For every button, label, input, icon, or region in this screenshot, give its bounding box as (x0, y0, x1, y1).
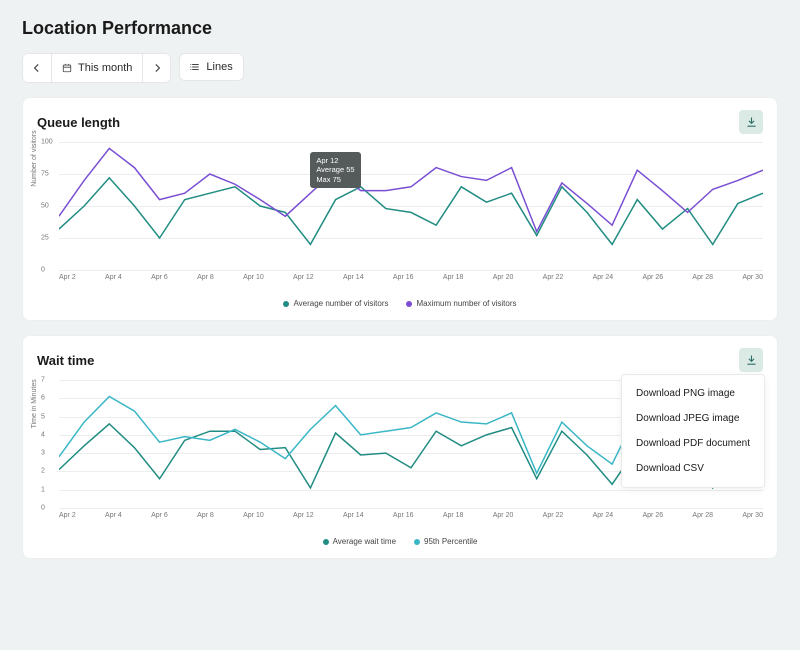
download-icon (746, 355, 757, 366)
controls-row: This month Lines (22, 53, 778, 83)
card-title: Wait time (37, 353, 94, 368)
period-selector: This month (22, 53, 171, 83)
queue-plot: Apr 12 Average 55 Max 75 0255075100 (59, 142, 763, 270)
chevron-left-icon (33, 64, 41, 72)
page-title: Location Performance (22, 18, 778, 39)
menu-item-csv[interactable]: Download CSV (622, 456, 764, 481)
download-button[interactable] (739, 348, 763, 372)
queue-length-card: Queue length Number of visitors Apr 12 A… (22, 97, 778, 321)
period-label: This month (78, 62, 132, 74)
chart-legend: Average wait time 95th Percentile (23, 529, 777, 558)
menu-item-pdf[interactable]: Download PDF document (622, 431, 764, 456)
menu-item-png[interactable]: Download PNG image (622, 381, 764, 406)
download-icon (746, 117, 757, 128)
calendar-icon (62, 63, 72, 73)
card-title: Queue length (37, 115, 120, 130)
download-button[interactable] (739, 110, 763, 134)
legend-dot (414, 539, 420, 545)
period-prev-button[interactable] (23, 54, 51, 82)
chart-type-label: Lines (206, 61, 232, 73)
legend-dot (323, 539, 329, 545)
period-next-button[interactable] (142, 54, 170, 82)
menu-item-jpeg[interactable]: Download JPEG image (622, 406, 764, 431)
legend-dot (283, 301, 289, 307)
x-ticks: Apr 2Apr 4Apr 6Apr 8Apr 10Apr 12Apr 14Ap… (59, 274, 763, 281)
x-ticks: Apr 2Apr 4Apr 6Apr 8Apr 10Apr 12Apr 14Ap… (59, 512, 763, 519)
chart-legend: Average number of visitors Maximum numbe… (23, 291, 777, 320)
y-axis-label: Time in Minutes (31, 379, 38, 428)
chart-type-button[interactable]: Lines (179, 53, 243, 81)
y-axis-label: Number of visitors (31, 130, 38, 186)
download-menu: Download PNG image Download JPEG image D… (621, 374, 765, 488)
list-icon (190, 62, 200, 72)
legend-dot (406, 301, 412, 307)
period-button[interactable]: This month (51, 54, 142, 82)
wait-time-card: Wait time Download PNG image Download JP… (22, 335, 778, 559)
chevron-right-icon (153, 64, 161, 72)
